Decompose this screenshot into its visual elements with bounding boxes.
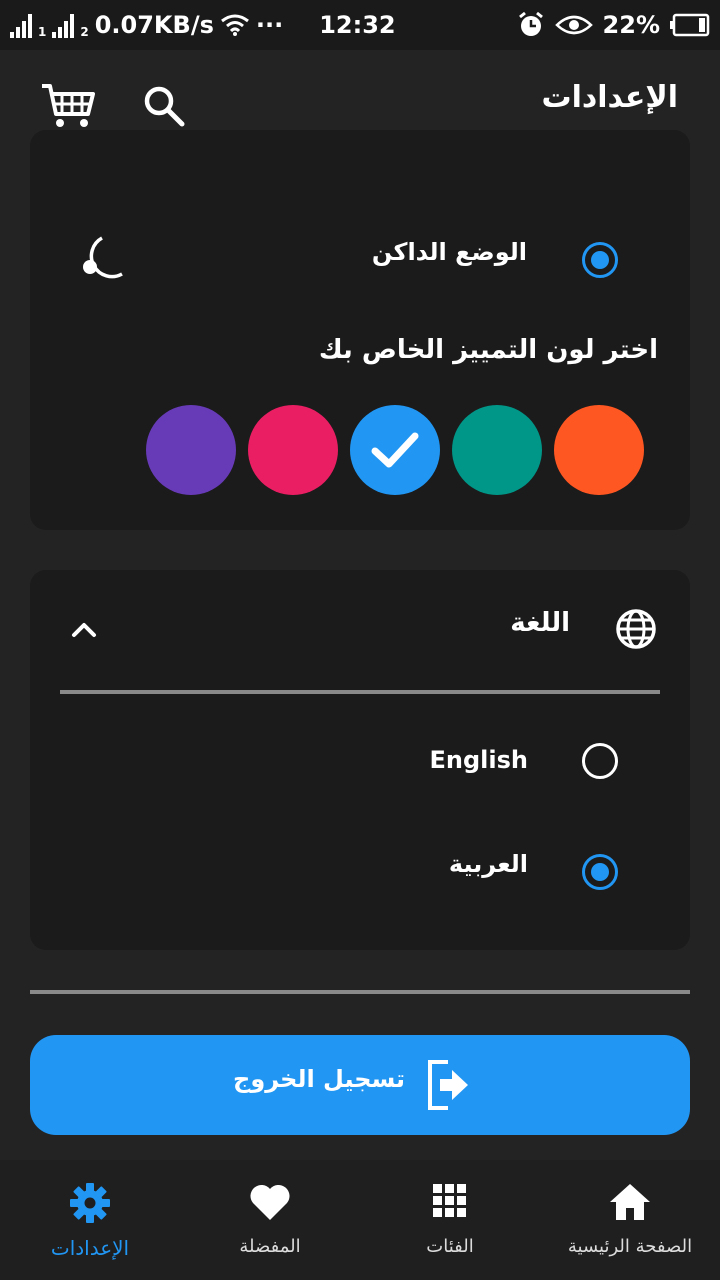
search-button[interactable] [140, 82, 188, 130]
status-right: 22% [517, 11, 710, 39]
cart-icon [42, 84, 95, 127]
signal-2-icon [52, 12, 75, 38]
more-dots: ··· [255, 11, 284, 39]
logout-label: تسجيل الخروج [233, 1065, 405, 1093]
search-icon [144, 86, 185, 127]
language-option-arabic-radio[interactable] [582, 854, 618, 890]
nav-label-home: الصفحة الرئيسية [567, 1236, 693, 1257]
nav-label-favorites: المفضلة [239, 1236, 301, 1257]
cart-button[interactable] [40, 82, 96, 130]
heart-icon [250, 1184, 290, 1220]
nav-label-categories: الفئات [426, 1236, 474, 1257]
logout-icon [428, 1060, 468, 1110]
chevron-up-icon [72, 623, 96, 637]
dark-mode-label: الوضع الداكن [371, 238, 527, 266]
status-bar: 1 2 0.07KB/s ··· 12:32 22% [0, 0, 720, 50]
battery-icon [670, 13, 710, 37]
accent-title: اختر لون التمييز الخاص بك [318, 335, 658, 365]
logout-button[interactable]: تسجيل الخروج [30, 1035, 690, 1135]
nav-item-categories[interactable]: الفئات [360, 1160, 540, 1280]
accent-swatch-purple[interactable] [146, 405, 236, 495]
signal-1-icon [10, 12, 32, 38]
language-option-english-radio[interactable] [582, 743, 618, 779]
collapse-button[interactable] [66, 612, 102, 648]
nav-item-favorites[interactable]: المفضلة [180, 1160, 360, 1280]
check-icon [371, 432, 419, 468]
language-option-english[interactable]: English [430, 746, 528, 774]
accent-swatch-orange[interactable] [554, 405, 644, 495]
sim1-label: 1 [38, 25, 47, 39]
network-speed: 0.07KB/s [94, 11, 214, 39]
battery-percent: 22% [602, 11, 660, 39]
accent-swatch-blue[interactable] [350, 405, 440, 495]
moon-icon [83, 236, 123, 279]
language-divider [60, 690, 660, 694]
status-left: 1 2 0.07KB/s ··· 12:32 [10, 11, 396, 39]
page-title: الإعدادات [541, 80, 678, 115]
clock: 12:32 [319, 11, 396, 39]
grid-icon [433, 1184, 466, 1217]
nav-label-settings: الإعدادات [50, 1236, 130, 1260]
globe-icon [616, 609, 656, 649]
bottom-nav: الصفحة الرئيسية الفئات المفضلة الإعدادات [0, 1160, 720, 1280]
language-option-arabic[interactable]: العربية [449, 850, 528, 878]
gear-icon [70, 1183, 110, 1223]
eye-icon [554, 15, 593, 35]
nav-item-home[interactable]: الصفحة الرئيسية [540, 1160, 720, 1280]
theme-card: الوضع الداكن اختر لون التمييز الخاص بك [30, 130, 690, 530]
sim2-label: 2 [80, 25, 89, 39]
wifi-icon [220, 14, 249, 36]
accent-swatch-pink[interactable] [248, 405, 338, 495]
language-card: اللغة English العربية [30, 570, 690, 950]
section-divider [30, 990, 690, 994]
accent-swatch-teal[interactable] [452, 405, 542, 495]
home-icon [610, 1184, 650, 1220]
language-title: اللغة [510, 608, 570, 638]
dark-mode-radio[interactable] [582, 242, 618, 278]
nav-item-settings[interactable]: الإعدادات [0, 1160, 180, 1280]
alarm-icon [518, 11, 543, 36]
